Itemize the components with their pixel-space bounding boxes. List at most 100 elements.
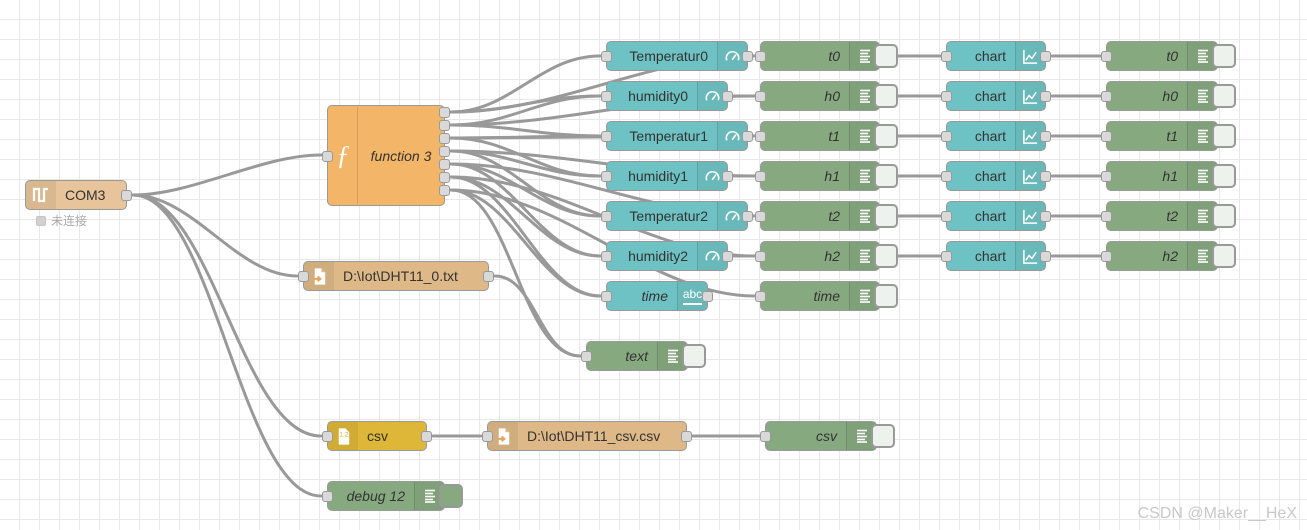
node-gauge-temperatur1[interactable]: Temperatur1 bbox=[601, 121, 753, 151]
port-in[interactable] bbox=[1101, 51, 1112, 62]
port-in[interactable] bbox=[322, 431, 333, 442]
node-chart-5[interactable]: chart bbox=[941, 241, 1051, 271]
port-out[interactable] bbox=[421, 431, 432, 442]
port-in[interactable] bbox=[1101, 171, 1112, 182]
port-in[interactable] bbox=[601, 91, 612, 102]
port-out[interactable] bbox=[722, 171, 733, 182]
port-in[interactable] bbox=[755, 171, 766, 182]
port-in[interactable] bbox=[601, 51, 612, 62]
port-out-function-0[interactable] bbox=[439, 107, 450, 118]
node-debug-right-h2[interactable]: h2 bbox=[1101, 241, 1218, 271]
port-out[interactable] bbox=[1040, 131, 1051, 142]
node-debug-t1[interactable]: t1 bbox=[755, 121, 880, 151]
node-debug-t2[interactable]: t2 bbox=[755, 201, 880, 231]
port-in[interactable] bbox=[298, 271, 309, 282]
port-in[interactable] bbox=[941, 91, 952, 102]
debug-toggle-h1[interactable] bbox=[874, 164, 898, 188]
debug-toggle-right-h1[interactable] bbox=[1212, 164, 1236, 188]
node-chart-1[interactable]: chart bbox=[941, 81, 1051, 111]
node-gauge-humidity0[interactable]: humidity0 bbox=[601, 81, 733, 111]
port-out[interactable] bbox=[1040, 51, 1051, 62]
port-in[interactable] bbox=[601, 211, 612, 222]
node-debug-right-t2[interactable]: t2 bbox=[1101, 201, 1218, 231]
port-in[interactable] bbox=[482, 431, 493, 442]
port-out[interactable] bbox=[702, 291, 713, 302]
port-out[interactable] bbox=[681, 431, 692, 442]
debug-toggle-right-t1[interactable] bbox=[1212, 124, 1236, 148]
port-in[interactable] bbox=[322, 491, 333, 502]
node-file-write-txt[interactable]: D:\Iot\DHT11_0.txt bbox=[298, 261, 494, 291]
node-debug-right-h0[interactable]: h0 bbox=[1101, 81, 1218, 111]
port-in[interactable] bbox=[601, 251, 612, 262]
port-out[interactable] bbox=[1040, 211, 1051, 222]
port-out[interactable] bbox=[722, 251, 733, 262]
port-out[interactable] bbox=[742, 211, 753, 222]
port-in[interactable] bbox=[941, 51, 952, 62]
debug-toggle-12[interactable] bbox=[439, 484, 463, 508]
debug-toggle-h2[interactable] bbox=[874, 244, 898, 268]
port-in[interactable] bbox=[601, 291, 612, 302]
node-debug-h1[interactable]: h1 bbox=[755, 161, 880, 191]
port-out[interactable] bbox=[1040, 171, 1051, 182]
port-out[interactable] bbox=[722, 91, 733, 102]
node-chart-4[interactable]: chart bbox=[941, 201, 1051, 231]
port-out-function-6[interactable] bbox=[439, 185, 450, 196]
port-out-function-5[interactable] bbox=[439, 172, 450, 183]
node-debug-text[interactable]: text bbox=[581, 341, 688, 371]
port-in-function[interactable] bbox=[322, 151, 333, 162]
port-out[interactable] bbox=[1040, 91, 1051, 102]
port-in[interactable] bbox=[601, 171, 612, 182]
node-debug-time[interactable]: time bbox=[755, 281, 880, 311]
debug-toggle-text[interactable] bbox=[682, 344, 706, 368]
debug-toggle-right-t2[interactable] bbox=[1212, 204, 1236, 228]
port-out-function-2[interactable] bbox=[439, 133, 450, 144]
flow-canvas[interactable]: COM3 未连接 ƒ function 3 Temperatur0 humidi… bbox=[0, 0, 1307, 530]
port-in[interactable] bbox=[941, 211, 952, 222]
port-out[interactable] bbox=[1040, 251, 1051, 262]
port-out-function-3[interactable] bbox=[439, 146, 450, 157]
debug-toggle-csv[interactable] bbox=[871, 424, 895, 448]
node-debug-h2[interactable]: h2 bbox=[755, 241, 880, 271]
port-out-serial[interactable] bbox=[121, 190, 132, 201]
port-out[interactable] bbox=[742, 51, 753, 62]
port-in[interactable] bbox=[755, 211, 766, 222]
node-text-widget-time[interactable]: time abc bbox=[601, 281, 713, 311]
debug-toggle-right-h2[interactable] bbox=[1212, 244, 1236, 268]
node-debug-csv[interactable]: csv bbox=[760, 421, 877, 451]
node-file-write-csv[interactable]: D:\Iot\DHT11_csv.csv bbox=[482, 421, 692, 451]
port-in[interactable] bbox=[755, 51, 766, 62]
port-out-function-1[interactable] bbox=[439, 120, 450, 131]
node-chart-3[interactable]: chart bbox=[941, 161, 1051, 191]
port-in[interactable] bbox=[755, 251, 766, 262]
debug-toggle-right-t0[interactable] bbox=[1212, 44, 1236, 68]
port-in[interactable] bbox=[941, 251, 952, 262]
debug-toggle-t2[interactable] bbox=[874, 204, 898, 228]
port-in[interactable] bbox=[601, 131, 612, 142]
port-in[interactable] bbox=[1101, 91, 1112, 102]
port-in[interactable] bbox=[1101, 131, 1112, 142]
node-csv[interactable]: 1,2 csv bbox=[322, 421, 432, 451]
node-function-3[interactable]: ƒ function 3 bbox=[322, 105, 450, 206]
port-in[interactable] bbox=[760, 431, 771, 442]
node-chart-0[interactable]: chart bbox=[941, 41, 1051, 71]
node-debug-12[interactable]: debug 12 bbox=[322, 481, 445, 511]
node-gauge-humidity1[interactable]: humidity1 bbox=[601, 161, 733, 191]
port-out[interactable] bbox=[742, 131, 753, 142]
port-in[interactable] bbox=[941, 171, 952, 182]
node-debug-right-h1[interactable]: h1 bbox=[1101, 161, 1218, 191]
port-in[interactable] bbox=[1101, 251, 1112, 262]
port-in[interactable] bbox=[755, 291, 766, 302]
node-serial-com3[interactable]: COM3 bbox=[25, 180, 132, 210]
port-in[interactable] bbox=[755, 131, 766, 142]
port-in[interactable] bbox=[581, 351, 592, 362]
node-gauge-humidity2[interactable]: humidity2 bbox=[601, 241, 733, 271]
node-debug-right-t1[interactable]: t1 bbox=[1101, 121, 1218, 151]
debug-toggle-t0[interactable] bbox=[874, 44, 898, 68]
node-gauge-temperatur0[interactable]: Temperatur0 bbox=[601, 41, 753, 71]
node-chart-2[interactable]: chart bbox=[941, 121, 1051, 151]
port-in[interactable] bbox=[941, 131, 952, 142]
port-out[interactable] bbox=[483, 271, 494, 282]
debug-toggle-h0[interactable] bbox=[874, 84, 898, 108]
debug-toggle-right-h0[interactable] bbox=[1212, 84, 1236, 108]
port-in[interactable] bbox=[1101, 211, 1112, 222]
